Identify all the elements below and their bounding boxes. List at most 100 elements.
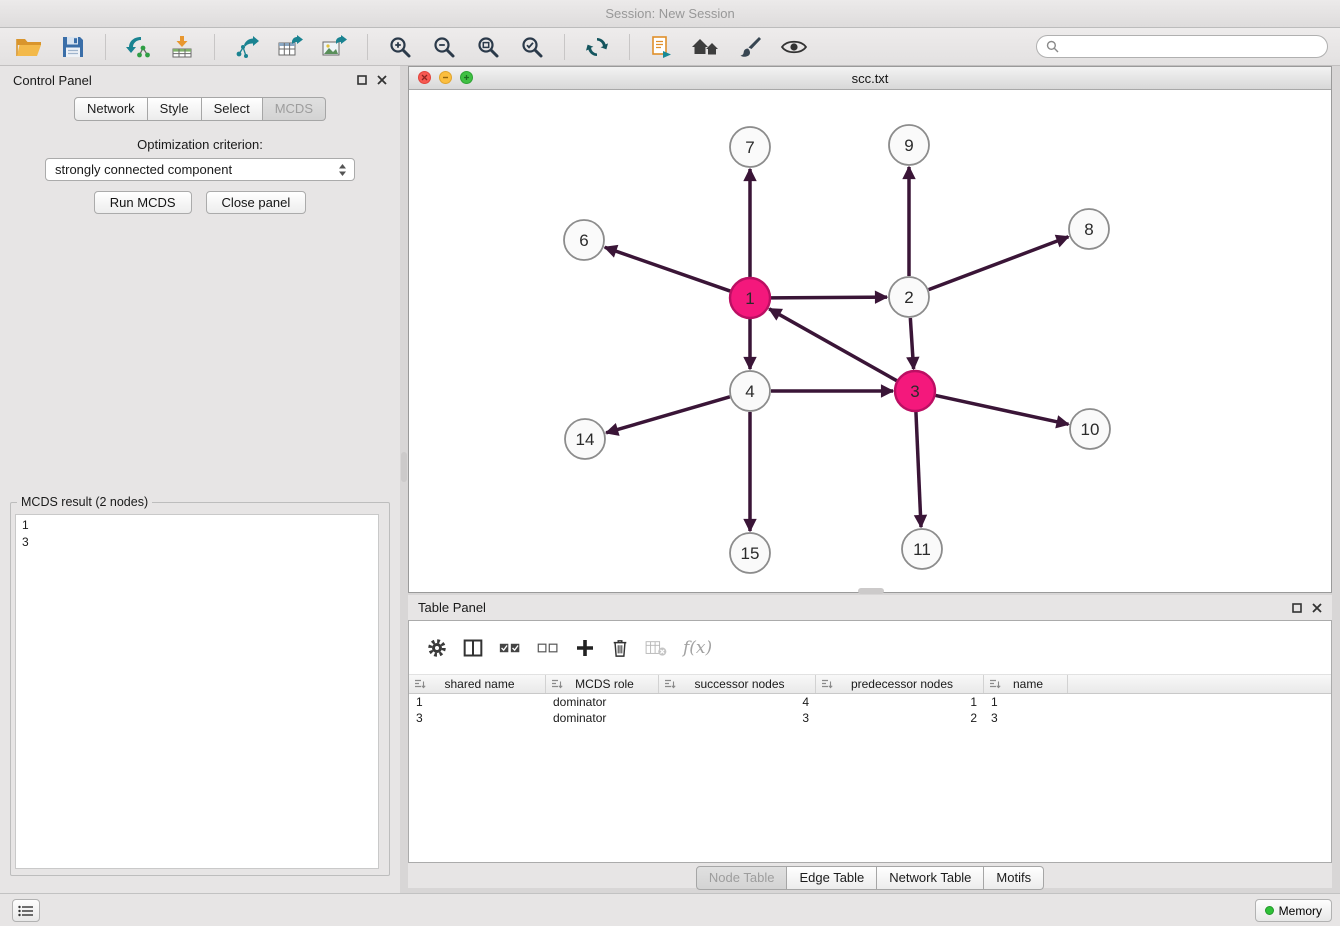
- sort-icon[interactable]: [664, 679, 676, 690]
- optimization-criterion-select[interactable]: strongly connected component: [45, 158, 355, 181]
- graph-node-7[interactable]: 7: [730, 127, 770, 167]
- graph-node-8[interactable]: 8: [1069, 209, 1109, 249]
- vertical-splitter-handle[interactable]: [401, 452, 407, 482]
- tab-motifs[interactable]: Motifs: [984, 866, 1044, 890]
- graph-node-2[interactable]: 2: [889, 277, 929, 317]
- column-header-label: name: [1001, 677, 1067, 691]
- task-history-button[interactable]: [12, 899, 40, 922]
- tab-select[interactable]: Select: [202, 97, 263, 121]
- toolbar-separator: [105, 34, 106, 60]
- sort-icon[interactable]: [821, 679, 833, 690]
- graph-node-10[interactable]: 10: [1070, 409, 1110, 449]
- table-row[interactable]: 1dominator411: [409, 694, 1331, 710]
- graph-edge-2-3[interactable]: [910, 318, 913, 369]
- control-panel-header: Control Panel: [0, 66, 400, 94]
- select-all-button[interactable]: [499, 640, 521, 656]
- sort-icon[interactable]: [551, 679, 563, 690]
- graph-node-9[interactable]: 9: [889, 125, 929, 165]
- sort-icon[interactable]: [414, 679, 426, 690]
- function-builder-button[interactable]: f(x): [683, 638, 712, 658]
- tab-mcds[interactable]: MCDS: [263, 97, 326, 121]
- optimization-criterion-label: Optimization criterion:: [0, 137, 400, 152]
- tab-network-table[interactable]: Network Table: [877, 866, 984, 890]
- open-session-button[interactable]: [12, 31, 46, 63]
- save-session-button[interactable]: [56, 31, 90, 63]
- mcds-buttons: Run MCDS Close panel: [0, 191, 400, 214]
- table-panel-title: Table Panel: [418, 600, 486, 615]
- tab-network[interactable]: Network: [74, 97, 148, 121]
- graph-edge-3-1[interactable]: [769, 309, 897, 381]
- import-network-button[interactable]: [121, 31, 155, 63]
- style-brush-button[interactable]: [733, 31, 767, 63]
- export-image-button[interactable]: [318, 31, 352, 63]
- import-network-icon: [125, 35, 151, 59]
- graph-edge-1-6[interactable]: [605, 247, 730, 291]
- search-input[interactable]: [1065, 39, 1318, 54]
- column-header-shared-name[interactable]: shared name: [409, 675, 546, 693]
- minimize-window-button[interactable]: [439, 71, 452, 84]
- table-settings-button[interactable]: [427, 638, 447, 658]
- deselect-all-button[interactable]: [537, 640, 559, 656]
- apply-layout-button[interactable]: [580, 31, 614, 63]
- graph-edge-4-14[interactable]: [606, 397, 730, 433]
- graph-edge-1-2[interactable]: [771, 297, 887, 298]
- run-mcds-button[interactable]: Run MCDS: [94, 191, 192, 214]
- sort-icon[interactable]: [989, 679, 1001, 690]
- network-window-titlebar[interactable]: scc.txt: [409, 67, 1331, 90]
- node-label: 10: [1081, 420, 1100, 439]
- node-label: 1: [745, 289, 754, 308]
- close-panel-button[interactable]: Close panel: [206, 191, 307, 214]
- graph-node-14[interactable]: 14: [565, 419, 605, 459]
- home-button[interactable]: [689, 31, 723, 63]
- graph-node-4[interactable]: 4: [730, 371, 770, 411]
- column-header-MCDS-role[interactable]: MCDS role: [546, 675, 659, 693]
- table-panel-body: f(x) shared nameMCDS rolesuccessor nodes…: [408, 620, 1332, 863]
- tab-style[interactable]: Style: [148, 97, 202, 121]
- zoom-fit-button[interactable]: [471, 31, 505, 63]
- zoom-in-icon: [388, 35, 412, 59]
- search-icon: [1046, 40, 1059, 53]
- zoom-out-button[interactable]: [427, 31, 461, 63]
- zoom-selected-button[interactable]: [515, 31, 549, 63]
- table-row[interactable]: 3dominator323: [409, 710, 1331, 726]
- mcds-result-list[interactable]: 13: [15, 514, 379, 869]
- close-table-panel-icon[interactable]: [1312, 603, 1322, 613]
- graph-edge-3-11[interactable]: [916, 412, 921, 527]
- zoom-window-button[interactable]: [460, 71, 473, 84]
- delete-row-button[interactable]: [611, 638, 629, 658]
- column-header-predecessor-nodes[interactable]: predecessor nodes: [816, 675, 984, 693]
- window-title: Session: New Session: [605, 6, 734, 21]
- graph-node-3[interactable]: 3: [895, 371, 935, 411]
- search-field[interactable]: [1036, 35, 1328, 58]
- graph-edge-2-8[interactable]: [929, 237, 1069, 290]
- close-window-button[interactable]: [418, 71, 431, 84]
- delete-table-button[interactable]: [645, 639, 667, 657]
- eye-icon: [781, 38, 807, 56]
- tab-edge-table[interactable]: Edge Table: [787, 866, 877, 890]
- network-graph[interactable]: 7 9 6 8 1 2 4 3 14 10 15 11: [409, 90, 1331, 592]
- tab-node-table[interactable]: Node Table: [696, 866, 788, 890]
- show-columns-button[interactable]: [463, 638, 483, 658]
- graph-node-6[interactable]: 6: [564, 220, 604, 260]
- deselect-all-icon: [537, 640, 559, 656]
- export-network-button[interactable]: [230, 31, 264, 63]
- network-canvas[interactable]: 7 9 6 8 1 2 4 3 14 10 15 11: [409, 90, 1331, 592]
- graph-edge-3-10[interactable]: [936, 395, 1069, 424]
- column-header-name[interactable]: name: [984, 675, 1068, 693]
- memory-button[interactable]: Memory: [1255, 899, 1332, 922]
- graph-node-15[interactable]: 15: [730, 533, 770, 573]
- horizontal-splitter-handle[interactable]: [858, 588, 884, 594]
- float-panel-icon[interactable]: [357, 75, 367, 85]
- export-table-button[interactable]: [274, 31, 308, 63]
- graph-node-1[interactable]: 1: [730, 278, 770, 318]
- zoom-in-button[interactable]: [383, 31, 417, 63]
- copy-style-icon: [651, 35, 673, 59]
- show-hide-button[interactable]: [777, 31, 811, 63]
- add-row-button[interactable]: [575, 638, 595, 658]
- import-table-button[interactable]: [165, 31, 199, 63]
- column-header-successor-nodes[interactable]: successor nodes: [659, 675, 816, 693]
- copy-style-button[interactable]: [645, 31, 679, 63]
- graph-node-11[interactable]: 11: [902, 529, 942, 569]
- float-table-panel-icon[interactable]: [1292, 603, 1302, 613]
- close-panel-icon[interactable]: [377, 75, 387, 85]
